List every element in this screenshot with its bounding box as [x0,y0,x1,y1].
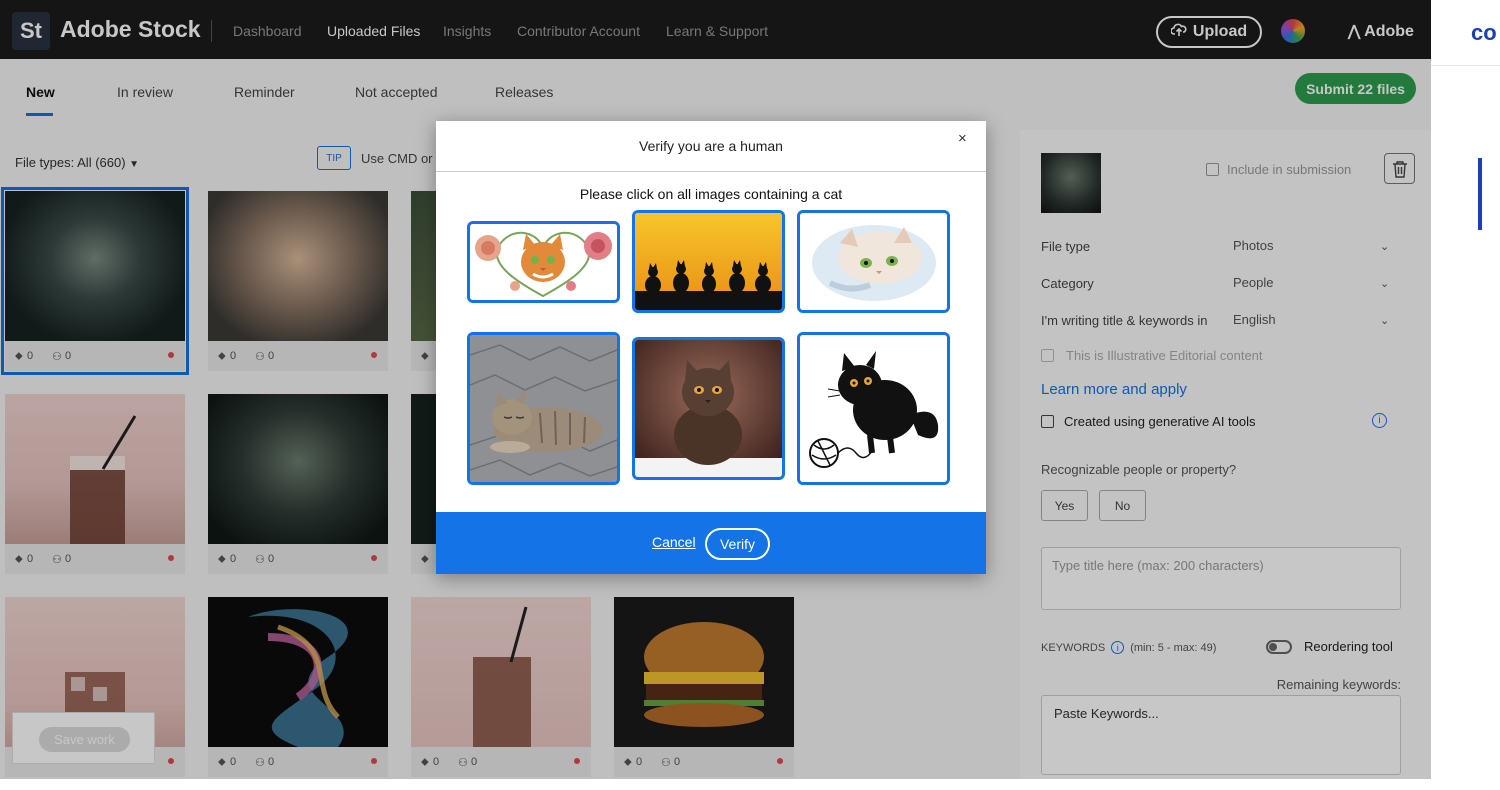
cat-silhouettes-image [635,213,782,310]
brown-cat-image [635,340,782,477]
black-cat-yarn-image [800,335,947,482]
active-indicator [1478,158,1482,230]
cat-roses-heart-image [470,224,617,300]
tabby-cat-image [470,335,617,482]
dialog-footer: Cancel Verify [436,512,986,574]
watercolor-cat-image [800,213,947,310]
captcha-tile-tabby-cat[interactable] [467,332,620,485]
screen: St Adobe Stock Dashboard Uploaded Files … [0,0,1500,790]
captcha-dialog: Verify you are a human × Please click on… [436,121,986,574]
verify-button[interactable]: Verify [705,528,770,560]
dialog-header: Verify you are a human [436,121,986,172]
captcha-tile-watercolor-cat[interactable] [797,210,950,313]
cancel-button[interactable]: Cancel [652,534,696,550]
captcha-tile-black-cat[interactable] [797,332,950,485]
adjacent-window-logo: co [1471,20,1497,45]
captcha-tile-brown-cat[interactable] [632,337,785,480]
captcha-tile-cat-silhouettes[interactable] [632,210,785,313]
captcha-instruction: Please click on all images containing a … [579,186,843,202]
dialog-title: Verify you are a human [639,138,783,154]
adjacent-window-strip: co [1431,0,1500,790]
close-icon[interactable]: × [958,130,967,147]
captcha-tile-cat-with-roses[interactable] [467,221,620,303]
divider [1431,65,1500,66]
